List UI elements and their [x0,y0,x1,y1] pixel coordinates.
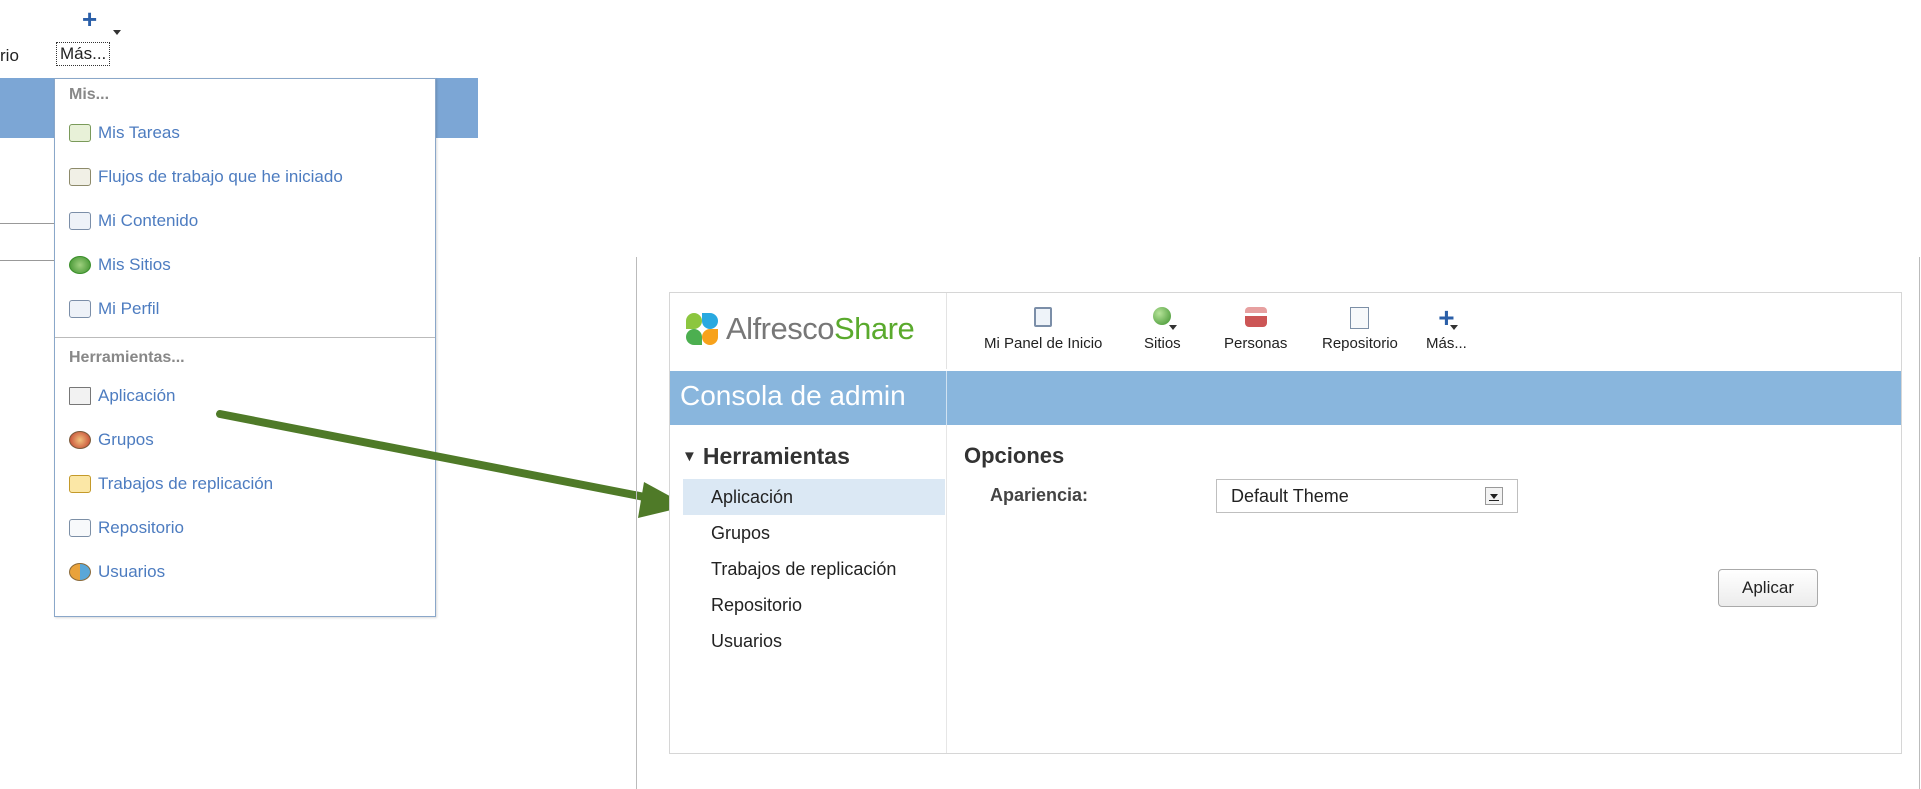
arrow-shaft [216,410,664,504]
chevron-down-icon[interactable] [1485,487,1503,505]
top-navigation-bar: AlfrescoShare Mi Panel de Inicio Sitios … [670,293,1901,369]
groups-icon [69,431,91,449]
menu-item-label: Repositorio [98,518,184,537]
plus-icon: + [1438,302,1455,333]
sidebar-item-grupos[interactable]: Grupos [683,515,945,551]
nav-mi-panel-de-inicio[interactable]: Mi Panel de Inicio [984,307,1102,352]
apply-button[interactable]: Aplicar [1718,569,1818,607]
menu-item-label: Mis Sitios [98,255,171,274]
screenshot-border [636,257,637,789]
menu-item-mis-tareas[interactable]: Mis Tareas [55,111,435,155]
appearance-selected-value: Default Theme [1231,486,1349,506]
profile-icon [69,300,91,318]
repository-icon [69,519,91,537]
sidebar-heading[interactable]: ▼ Herramientas [682,443,850,470]
menu-item-mi-perfil[interactable]: Mi Perfil [55,287,435,331]
logo-text-main: Alfresco [726,311,834,346]
alfresco-flower-icon [684,311,720,347]
callout-arrow [216,410,688,518]
screenshot-border [1919,257,1920,789]
menu-item-mis-sitios[interactable]: Mis Sitios [55,243,435,287]
nav-label: Personas [1224,335,1288,352]
logo-text: AlfrescoShare [726,311,915,347]
users-icon [69,563,91,581]
menu-item-usuarios[interactable]: Usuarios [55,550,435,594]
sidebar-item-repositorio[interactable]: Repositorio [683,587,945,623]
nav-label: Repositorio [1322,335,1398,352]
page-title-bar: Consola de admin [670,371,1901,425]
menu-group-mis: Mis... [69,86,110,103]
menu-item-label: Aplicación [98,386,176,405]
plus-icon[interactable]: + [82,6,97,32]
nav-label: Más... [1426,335,1467,352]
options-heading: Opciones [964,443,1065,468]
page-title: Consola de admin [680,380,906,411]
menu-item-mi-contenido[interactable]: Mi Contenido [55,199,435,243]
sidebar-item-aplicacion[interactable]: Aplicación [683,479,945,515]
people-icon [1244,307,1267,327]
sites-icon [69,256,91,274]
application-icon [69,387,91,405]
dashboard-icon [1032,307,1054,327]
nav-label: Sitios [1144,335,1181,352]
chevron-down-icon[interactable] [1169,325,1177,330]
tasks-icon [69,124,91,142]
expand-triangle-icon: ▼ [682,448,697,465]
menu-item-label: Usuarios [98,562,166,581]
menu-item-flujos-iniciados[interactable]: Flujos de trabajo que he iniciado [55,155,435,199]
nav-repositorio[interactable]: Repositorio [1322,307,1398,352]
appearance-label: Apariencia: [990,485,1089,505]
menu-item-label: Mi Contenido [98,211,199,230]
workflow-icon [69,168,91,186]
menu-item-label: Flujos de trabajo que he iniciado [98,167,343,186]
content-icon [69,212,91,230]
sidebar-heading-label: Herramientas [702,443,850,469]
divider [946,425,947,753]
globe-icon [1151,307,1173,327]
menu-item-label: Mis Tareas [98,123,180,142]
menu-separator [55,337,435,338]
replication-icon [69,475,91,493]
repository-icon [1349,307,1371,329]
appearance-select[interactable]: Default Theme [1216,479,1518,513]
alfresco-share-logo[interactable]: AlfrescoShare [684,311,915,347]
menu-item-label: Grupos [98,430,154,449]
divider [0,260,56,261]
chevron-down-icon [113,30,121,35]
nav-label: Mi Panel de Inicio [984,335,1103,352]
sidebar-item-trabajos-replicacion[interactable]: Trabajos de replicación [683,551,945,587]
divider [946,293,947,369]
menu-item-label: Mi Perfil [98,299,160,318]
divider [946,371,947,425]
nav-item-partial-repositorio[interactable]: rio [0,46,19,66]
nav-personas[interactable]: Personas [1224,307,1287,352]
nav-mas[interactable]: + Más... [1426,302,1467,353]
mas-menu-button[interactable]: Más... [56,42,111,66]
chevron-down-icon[interactable] [1450,325,1458,330]
menu-group-herramientas: Herramientas... [69,349,185,366]
divider [0,223,56,224]
alfresco-share-window: AlfrescoShare Mi Panel de Inicio Sitios … [669,292,1902,754]
sidebar-item-usuarios[interactable]: Usuarios [683,623,945,659]
logo-text-share: Share [833,311,915,346]
mas-dropdown-menu: Mis... Mis Tareas Flujos de trabajo que … [54,78,436,617]
